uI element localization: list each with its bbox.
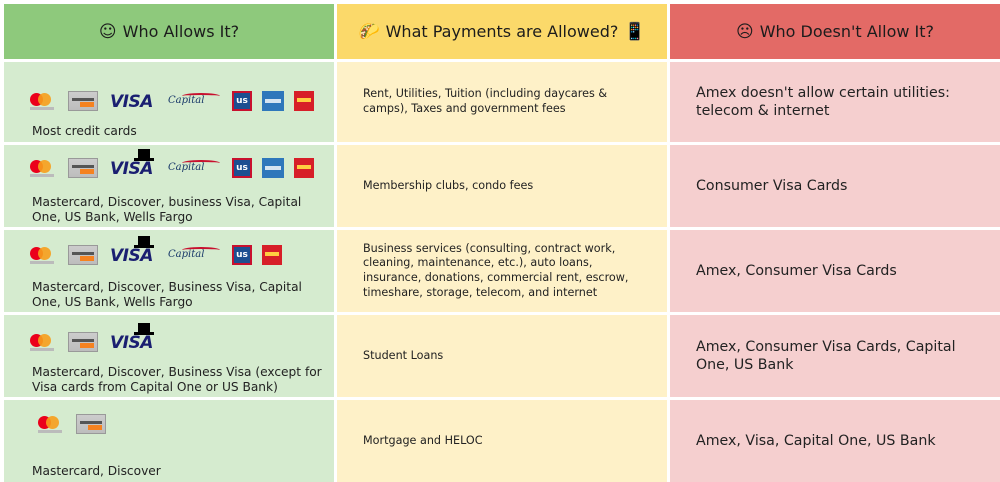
discover-icon: [68, 91, 98, 111]
row-3-denied: Amex, Consumer Visa Cards: [670, 230, 1000, 312]
header-who-allows-label: Who Allows It?: [122, 22, 240, 41]
discover-icon: [68, 158, 98, 178]
business-visa-icon: VISA: [110, 149, 156, 179]
us-bank-icon: us: [232, 158, 252, 178]
discover-icon: [68, 332, 98, 352]
top-hat-icon: [134, 323, 154, 335]
header-payments: 🌮 What Payments are Allowed? 📱: [337, 4, 667, 59]
row-1-who: VISA Capital us Most credit cards: [4, 62, 334, 142]
row-3-denied-text: Amex, Consumer Visa Cards: [696, 263, 897, 279]
us-bank-icon: us: [232, 91, 252, 111]
capital-one-icon: Capital: [168, 159, 220, 177]
amex-icon: [262, 158, 284, 178]
header-who-not: ☹ Who Doesn't Allow It?: [670, 4, 1000, 59]
card-logos: [38, 414, 118, 434]
row-1-who-text: Most credit cards: [32, 124, 137, 138]
capital-one-icon: Capital: [168, 92, 220, 110]
row-5-who: Mastercard, Discover: [4, 400, 334, 482]
mastercard-icon: [30, 332, 54, 352]
row-1-payments-text: Rent, Utilities, Tuition (including dayc…: [363, 87, 608, 115]
capital-one-icon: Capital: [168, 246, 220, 264]
header-who-not-label: Who Doesn't Allow It?: [759, 22, 935, 41]
card-logos: VISA: [30, 323, 168, 353]
top-hat-icon: [134, 236, 154, 248]
wells-fargo-icon: [294, 158, 314, 178]
discover-icon: [68, 245, 98, 265]
row-5-payments: Mortgage and HELOC: [337, 400, 667, 482]
row-4-payments: Student Loans: [337, 315, 667, 397]
row-3-payments: Business services (consulting, contract …: [337, 230, 667, 312]
top-hat-icon: [134, 149, 154, 161]
wells-fargo-icon: [294, 91, 314, 111]
discover-icon: [76, 414, 106, 434]
phone-icon: 📱: [624, 21, 646, 42]
row-5-denied-text: Amex, Visa, Capital One, US Bank: [696, 433, 936, 449]
mastercard-icon: [38, 414, 62, 434]
row-5-who-text: Mastercard, Discover: [32, 464, 161, 478]
header-who-allows: ☺ Who Allows It?: [4, 4, 334, 59]
row-2-who: VISA Capital us Mastercard, Discover, bu…: [4, 145, 334, 227]
business-visa-icon: VISA: [110, 323, 156, 353]
mastercard-icon: [30, 158, 54, 178]
row-4-who-text: Mastercard, Discover, Business Visa (exc…: [32, 365, 322, 394]
row-2-denied-text: Consumer Visa Cards: [696, 178, 848, 194]
row-4-denied: Amex, Consumer Visa Cards, Capital One, …: [670, 315, 1000, 397]
wells-fargo-icon: [262, 245, 282, 265]
amex-icon: [262, 91, 284, 111]
visa-icon: VISA: [110, 92, 153, 112]
row-5-payments-text: Mortgage and HELOC: [363, 433, 483, 447]
row-2-payments: Membership clubs, condo fees: [337, 145, 667, 227]
row-3-payments-text: Business services (consulting, contract …: [363, 241, 629, 299]
row-1-denied-text: Amex doesn't allow certain utilities: te…: [696, 85, 950, 119]
mastercard-icon: [30, 91, 54, 111]
card-logos: VISA Capital us: [30, 149, 324, 179]
payments-table: ☺ Who Allows It? 🌮 What Payments are All…: [4, 4, 1000, 482]
row-3-who: VISA Capital us Mastercard, Discover, Bu…: [4, 230, 334, 312]
row-2-payments-text: Membership clubs, condo fees: [363, 178, 534, 192]
row-2-who-text: Mastercard, Discover, business Visa, Cap…: [32, 195, 302, 224]
row-4-denied-text: Amex, Consumer Visa Cards, Capital One, …: [696, 339, 956, 373]
business-visa-icon: VISA: [110, 236, 156, 266]
header-payments-label: What Payments are Allowed?: [385, 22, 619, 41]
row-3-who-text: Mastercard, Discover, Business Visa, Cap…: [32, 280, 302, 309]
row-4-who: VISA Mastercard, Discover, Business Visa…: [4, 315, 334, 397]
smile-icon: ☺: [98, 21, 117, 42]
us-bank-icon: us: [232, 245, 252, 265]
row-4-payments-text: Student Loans: [363, 348, 444, 362]
frown-icon: ☹: [735, 21, 754, 42]
mastercard-icon: [30, 245, 54, 265]
row-5-denied: Amex, Visa, Capital One, US Bank: [670, 400, 1000, 482]
card-logos: VISA Capital us: [30, 236, 292, 266]
row-1-denied: Amex doesn't allow certain utilities: te…: [670, 62, 1000, 142]
card-logos: VISA Capital us: [30, 90, 324, 112]
row-1-payments: Rent, Utilities, Tuition (including dayc…: [337, 62, 667, 142]
row-2-denied: Consumer Visa Cards: [670, 145, 1000, 227]
taco-icon: 🌮: [358, 21, 380, 42]
